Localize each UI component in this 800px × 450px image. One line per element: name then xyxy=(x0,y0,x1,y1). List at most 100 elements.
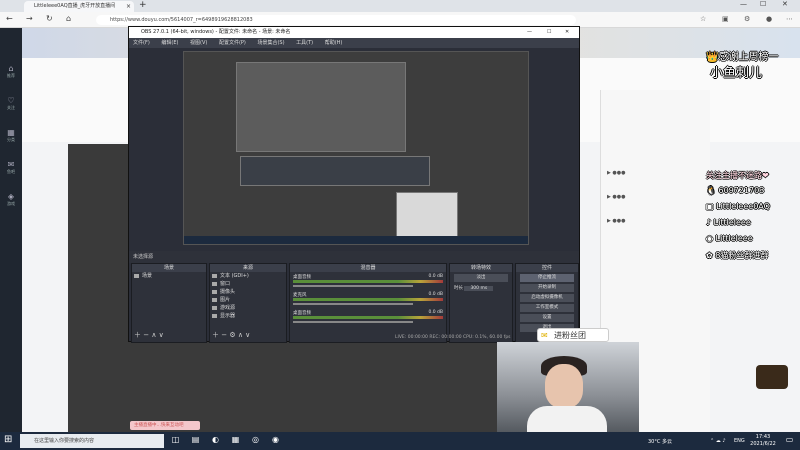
overlay-bili: ▣ Littleleee0AQ xyxy=(706,202,770,211)
overlay-fans-group: ✿ 8猫粉丝群进群 xyxy=(706,251,769,260)
transition-duration-input[interactable]: 300 ms xyxy=(464,286,494,291)
menu-view[interactable]: 视图(V) xyxy=(190,40,207,46)
store-icon[interactable]: ▦ xyxy=(230,435,241,446)
collections-icon[interactable]: ▣ xyxy=(722,15,729,23)
steam-icon[interactable]: ◎ xyxy=(250,435,261,446)
left-nav: ⌂ 推荐 ♡ 关注 ▦ 分类 ✉ 鱼吧 ◈ 游戏 xyxy=(0,28,22,432)
refresh-icon[interactable]: ↻ xyxy=(46,14,53,23)
mixer-channel[interactable]: 桌面音频 0.0 dB xyxy=(293,274,443,290)
source-item[interactable]: 文本 (GDI+) xyxy=(210,272,286,280)
stop-streaming-button[interactable]: 停止推流 xyxy=(520,274,574,282)
more-icon[interactable]: ⋯ xyxy=(786,15,793,23)
left-nav-item-fishbar[interactable]: ✉ 鱼吧 xyxy=(3,160,19,176)
start-recording-button[interactable]: 开始录制 xyxy=(520,284,574,292)
minimize-icon[interactable]: — xyxy=(527,27,532,38)
extensions-icon[interactable]: ⚙ xyxy=(744,15,750,23)
virtual-camera-button[interactable]: 启动虚拟摄像机 xyxy=(520,294,574,302)
obs-icon[interactable]: ◉ xyxy=(270,435,281,446)
volume-meter xyxy=(293,316,443,319)
task-view-icon[interactable]: ◫ xyxy=(170,435,181,446)
dock-toolbar[interactable]: ＋ − ⚙ ∧ ∨ xyxy=(212,330,250,340)
left-nav-item-recommend[interactable]: ⌂ 推荐 xyxy=(3,64,19,80)
dock-sources: 来源 文本 (GDI+) 窗口 摄像头 图片 游戏源 显示器 ＋ − ⚙ ∧ ∨ xyxy=(209,263,287,343)
file-explorer-icon[interactable]: ▤ xyxy=(190,435,201,446)
home-icon[interactable]: ⌂ xyxy=(66,14,71,23)
start-icon[interactable]: ⊞ xyxy=(4,434,12,445)
volume-slider[interactable] xyxy=(293,303,413,305)
close-icon[interactable]: × xyxy=(126,1,131,12)
edge-icon[interactable]: ◐ xyxy=(210,435,221,446)
dock-header: 转场特效 xyxy=(450,264,512,272)
taskbar-search-input[interactable]: 在这里输入你要搜索的内容 xyxy=(20,434,164,448)
left-nav-item-category[interactable]: ▦ 分类 xyxy=(3,128,19,144)
left-nav-item-follow[interactable]: ♡ 关注 xyxy=(3,96,19,112)
menu-edit[interactable]: 编辑(E) xyxy=(161,40,178,46)
weather-text[interactable]: 30°C 多云 xyxy=(648,438,672,445)
webcam-feed xyxy=(497,342,639,432)
obs-preview-canvas[interactable] xyxy=(183,51,529,245)
profile-icon[interactable]: ● xyxy=(766,15,772,23)
mixer-channel[interactable]: 麦克风 0.0 dB xyxy=(293,292,443,308)
scene-item[interactable]: 场景 xyxy=(132,272,206,280)
back-icon[interactable]: ← xyxy=(6,14,13,23)
notification-icon[interactable]: ▭ xyxy=(784,435,795,446)
streamer-face xyxy=(545,364,583,408)
game-logo-badge xyxy=(756,365,788,389)
url-input[interactable]: https://www.douyu.com/5614007_r=64989196… xyxy=(96,15,576,25)
source-item[interactable]: 摄像头 xyxy=(210,288,286,296)
dock-mixer: 混音器 桌面音频 0.0 dB 麦克风 0.0 dB 桌面音频 0.0 dB xyxy=(289,263,447,343)
preview-taskbar xyxy=(184,236,528,244)
lang-indicator[interactable]: ENG xyxy=(734,438,745,444)
menu-file[interactable]: 文件(F) xyxy=(133,40,150,46)
close-icon[interactable]: ✕ xyxy=(565,27,569,38)
close-window-icon[interactable]: ✕ xyxy=(782,0,788,8)
clock[interactable]: 17:43 2021/6/22 xyxy=(748,434,778,448)
chat-row: ▶ ●●● xyxy=(607,218,626,224)
forward-icon[interactable]: → xyxy=(26,14,33,23)
volume-slider[interactable] xyxy=(293,285,413,287)
volume-slider[interactable] xyxy=(293,321,413,323)
dock-toolbar[interactable]: ＋ − ∧ ∨ xyxy=(134,330,164,340)
obs-title-bar: OBS 27.0.1 (64-bit, windows) - 配置文件: 未命名… xyxy=(129,27,579,38)
maximize-icon[interactable]: ☐ xyxy=(547,27,551,38)
minimize-icon[interactable]: — xyxy=(740,0,747,8)
obs-menu-bar: 文件(F) 编辑(E) 视图(V) 配置文件(P) 场景集合(S) 工具(T) … xyxy=(129,38,579,48)
preview-webcam xyxy=(396,192,458,242)
menu-scene-collection[interactable]: 场景集合(S) xyxy=(257,40,284,46)
source-item[interactable]: 显示器 xyxy=(210,312,286,320)
stream-overlay: 👑感谢上周榜一 小鱼刺儿 关注主播不迷路❤ 🐧 609721703 ▣ Litt… xyxy=(700,44,800,264)
overlay-follow: 关注主播不迷路❤ xyxy=(706,171,769,180)
overlay-weibo: ◉ Littleleee xyxy=(706,234,753,243)
obs-source-status: 未选择源 xyxy=(129,251,579,263)
preview-nested-mixer xyxy=(240,156,430,186)
windows-taskbar: ⊞ 在这里输入你要搜索的内容 ◫ ▤ ◐ ▦ ◎ ◉ 30°C 多云 ⌃ ☁ ♪… xyxy=(0,432,800,450)
join-fans-button[interactable]: 进粉丝团 xyxy=(537,328,609,343)
overlay-thanks: 👑感谢上周榜一 xyxy=(706,52,779,63)
source-item[interactable]: 游戏源 xyxy=(210,304,286,312)
menu-help[interactable]: 帮助(H) xyxy=(325,40,343,46)
qq-icon: 🐧 xyxy=(706,186,716,195)
mixer-channel[interactable]: 桌面音频 0.0 dB xyxy=(293,310,443,326)
maximize-icon[interactable]: ☐ xyxy=(760,0,766,8)
menu-profile[interactable]: 配置文件(P) xyxy=(219,40,246,46)
studio-mode-button[interactable]: 工作室模式 xyxy=(520,304,574,312)
settings-button[interactable]: 设置 xyxy=(520,314,574,322)
gamepad-icon: ◈ xyxy=(7,192,15,201)
dock-header: 来源 xyxy=(210,264,286,272)
new-tab-icon[interactable]: + xyxy=(139,0,147,10)
left-nav-item-game[interactable]: ◈ 游戏 xyxy=(3,192,19,208)
favorites-icon[interactable]: ☆ xyxy=(700,15,706,23)
chat-row: ▶ ●●● xyxy=(607,170,626,176)
menu-tools[interactable]: 工具(T) xyxy=(296,40,313,46)
wechat-icon: ✿ xyxy=(706,251,713,260)
douyin-icon: ♪ xyxy=(706,218,712,227)
transition-select[interactable]: 淡出 xyxy=(454,274,508,282)
grid-icon: ▦ xyxy=(7,128,15,137)
source-item[interactable]: 窗口 xyxy=(210,280,286,288)
transition-duration-row: 时长 300 ms xyxy=(454,285,508,291)
browser-tab[interactable]: Littleleee0AQ直播_虎牙开放直播间 × xyxy=(24,1,134,12)
source-item[interactable]: 图片 xyxy=(210,296,286,304)
dock-header: 混音器 xyxy=(290,264,446,272)
tray-icons[interactable]: ⌃ ☁ ♪ xyxy=(710,438,726,444)
dock-scenes: 场景 场景 ＋ − ∧ ∨ xyxy=(131,263,207,343)
